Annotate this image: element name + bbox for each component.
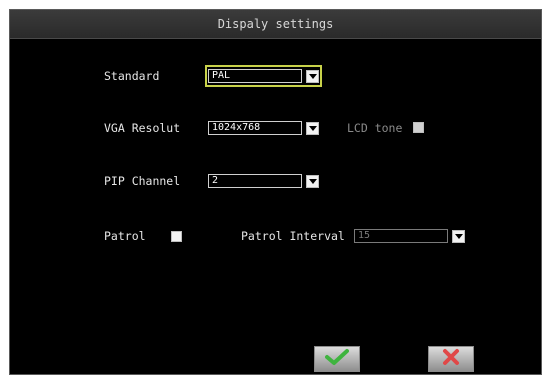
standard-label: Standard [104,69,160,83]
patrol-interval-label: Patrol Interval [241,229,345,243]
vga-resolution-value: 1024x768 [208,121,302,135]
check-icon [325,348,349,370]
standard-select[interactable]: PAL [205,65,322,87]
x-icon [441,348,461,370]
display-settings-dialog: Dispaly settings Standard PAL VGA Resolu… [9,9,542,375]
dialog-title: Dispaly settings [10,10,541,39]
pip-channel-select[interactable]: 2 [208,173,319,189]
lcd-tone-label: LCD tone [347,121,403,135]
lcd-tone-checkbox[interactable] [413,122,424,133]
patrol-interval-value: 15 [354,229,448,243]
pip-channel-value: 2 [208,174,302,188]
patrol-interval-select[interactable]: 15 [354,228,465,244]
ok-button[interactable] [314,346,360,372]
chevron-down-icon[interactable] [306,121,319,135]
cancel-button[interactable] [428,346,474,372]
pip-channel-label: PIP Channel [104,174,181,188]
patrol-label: Patrol [104,229,146,243]
standard-value: PAL [208,69,302,83]
chevron-down-icon[interactable] [306,174,319,188]
chevron-down-icon[interactable] [306,69,319,83]
patrol-checkbox[interactable] [171,231,182,242]
chevron-down-icon[interactable] [452,229,465,243]
vga-resolution-label: VGA Resolut [104,121,181,135]
vga-resolution-select[interactable]: 1024x768 [208,120,319,136]
